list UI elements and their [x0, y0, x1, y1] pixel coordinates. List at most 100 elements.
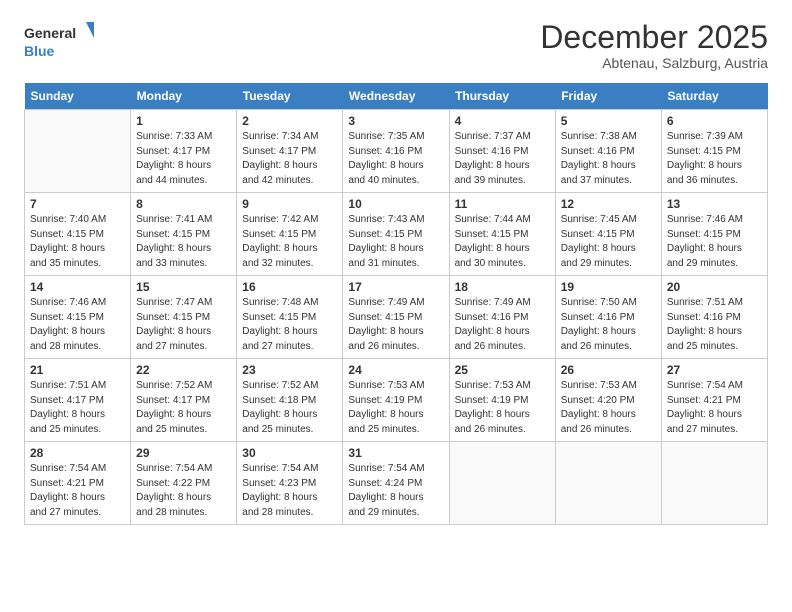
day-number: 28: [30, 446, 125, 460]
day-cell: 19Sunrise: 7:50 AMSunset: 4:16 PMDayligh…: [555, 276, 661, 359]
day-number: 27: [667, 363, 762, 377]
day-cell: 6 Sunrise: 7:39 AMSunset: 4:15 PMDaylight…: [661, 110, 767, 193]
day-header-thursday: Thursday: [449, 83, 555, 110]
day-number: 30: [242, 446, 337, 460]
day-info: Sunrise: 7:34 AMSunset: 4:17 PMDaylight:…: [242, 130, 337, 188]
day-number: 14: [30, 280, 125, 294]
day-cell: [25, 110, 131, 193]
day-info: Sunrise: 7:39 AMSunset: 4:15 PMDaylight:…: [667, 130, 762, 188]
day-cell: 30 Sunrise: 7:54 AMSunset: 4:23 PMDayligh…: [237, 442, 343, 525]
day-info: Sunrise: 7:54 AMSunset: 4:23 PMDaylight:…: [242, 462, 337, 520]
day-number: 3: [348, 114, 443, 128]
day-cell: 17Sunrise: 7:49 AMSunset: 4:15 PMDayligh…: [343, 276, 449, 359]
title-block: December 2025 Abtenau, Salzburg, Austria: [540, 20, 768, 71]
day-number: 24: [348, 363, 443, 377]
day-info: Sunrise: 7:52 AMSunset: 4:17 PMDaylight:…: [136, 379, 231, 437]
day-number: 29: [136, 446, 231, 460]
day-info: Sunrise: 7:40 AMSunset: 4:15 PMDaylight:…: [30, 213, 125, 271]
day-cell: [449, 442, 555, 525]
day-number: 25: [455, 363, 550, 377]
day-cell: 27 Sunrise: 7:54 AMSunset: 4:21 PMDayligh…: [661, 359, 767, 442]
page-header: General Blue December 2025 Abtenau, Salz…: [24, 20, 768, 71]
day-info: Sunrise: 7:37 AMSunset: 4:16 PMDaylight:…: [455, 130, 550, 188]
day-number: 8: [136, 197, 231, 211]
day-cell: 29 Sunrise: 7:54 AMSunset: 4:22 PMDayligh…: [131, 442, 237, 525]
day-cell: 1 Sunrise: 7:33 AMSunset: 4:17 PMDaylight…: [131, 110, 237, 193]
day-cell: 11 Sunrise: 7:44 AMSunset: 4:15 PMDayligh…: [449, 193, 555, 276]
day-info: Sunrise: 7:51 AMSunset: 4:16 PMDaylight:…: [667, 296, 762, 354]
day-number: 26: [561, 363, 656, 377]
day-header-sunday: Sunday: [25, 83, 131, 110]
month-title: December 2025: [540, 20, 768, 55]
day-cell: 23 Sunrise: 7:52 AMSunset: 4:18 PMDayligh…: [237, 359, 343, 442]
day-info: Sunrise: 7:49 AMSunset: 4:16 PMDaylight:…: [455, 296, 550, 354]
day-number: 23: [242, 363, 337, 377]
logo-graphic: General Blue: [24, 20, 94, 62]
day-cell: 7 Sunrise: 7:40 AMSunset: 4:15 PMDaylight…: [25, 193, 131, 276]
week-row-1: 1 Sunrise: 7:33 AMSunset: 4:17 PMDaylight…: [25, 110, 768, 193]
day-header-tuesday: Tuesday: [237, 83, 343, 110]
day-info: Sunrise: 7:54 AMSunset: 4:21 PMDaylight:…: [30, 462, 125, 520]
day-number: 4: [455, 114, 550, 128]
calendar-table: SundayMondayTuesdayWednesdayThursdayFrid…: [24, 83, 768, 525]
day-info: Sunrise: 7:53 AMSunset: 4:19 PMDaylight:…: [455, 379, 550, 437]
day-info: Sunrise: 7:48 AMSunset: 4:15 PMDaylight:…: [242, 296, 337, 354]
day-info: Sunrise: 7:52 AMSunset: 4:18 PMDaylight:…: [242, 379, 337, 437]
day-number: 15: [136, 280, 231, 294]
day-cell: 14 Sunrise: 7:46 AMSunset: 4:15 PMDayligh…: [25, 276, 131, 359]
day-number: 22: [136, 363, 231, 377]
day-cell: 8 Sunrise: 7:41 AMSunset: 4:15 PMDaylight…: [131, 193, 237, 276]
day-header-wednesday: Wednesday: [343, 83, 449, 110]
week-row-4: 21Sunrise: 7:51 AMSunset: 4:17 PMDayligh…: [25, 359, 768, 442]
day-cell: [661, 442, 767, 525]
day-cell: 15 Sunrise: 7:47 AMSunset: 4:15 PMDayligh…: [131, 276, 237, 359]
day-info: Sunrise: 7:50 AMSunset: 4:16 PMDaylight:…: [561, 296, 656, 354]
svg-text:Blue: Blue: [24, 43, 55, 59]
day-number: 17: [348, 280, 443, 294]
day-number: 5: [561, 114, 656, 128]
day-cell: 16 Sunrise: 7:48 AMSunset: 4:15 PMDayligh…: [237, 276, 343, 359]
day-number: 21: [30, 363, 125, 377]
day-number: 1: [136, 114, 231, 128]
day-cell: 12Sunrise: 7:45 AMSunset: 4:15 PMDayligh…: [555, 193, 661, 276]
day-info: Sunrise: 7:53 AMSunset: 4:20 PMDaylight:…: [561, 379, 656, 437]
day-info: Sunrise: 7:46 AMSunset: 4:15 PMDaylight:…: [30, 296, 125, 354]
day-cell: 9 Sunrise: 7:42 AMSunset: 4:15 PMDaylight…: [237, 193, 343, 276]
day-info: Sunrise: 7:41 AMSunset: 4:15 PMDaylight:…: [136, 213, 231, 271]
day-info: Sunrise: 7:35 AMSunset: 4:16 PMDaylight:…: [348, 130, 443, 188]
day-info: Sunrise: 7:42 AMSunset: 4:15 PMDaylight:…: [242, 213, 337, 271]
day-info: Sunrise: 7:54 AMSunset: 4:21 PMDaylight:…: [667, 379, 762, 437]
day-cell: 20Sunrise: 7:51 AMSunset: 4:16 PMDayligh…: [661, 276, 767, 359]
location-subtitle: Abtenau, Salzburg, Austria: [540, 55, 768, 71]
day-cell: 10Sunrise: 7:43 AMSunset: 4:15 PMDayligh…: [343, 193, 449, 276]
day-number: 6: [667, 114, 762, 128]
day-info: Sunrise: 7:44 AMSunset: 4:15 PMDaylight:…: [455, 213, 550, 271]
day-info: Sunrise: 7:53 AMSunset: 4:19 PMDaylight:…: [348, 379, 443, 437]
day-info: Sunrise: 7:54 AMSunset: 4:24 PMDaylight:…: [348, 462, 443, 520]
day-cell: 21Sunrise: 7:51 AMSunset: 4:17 PMDayligh…: [25, 359, 131, 442]
day-info: Sunrise: 7:38 AMSunset: 4:16 PMDaylight:…: [561, 130, 656, 188]
day-cell: 24 Sunrise: 7:53 AMSunset: 4:19 PMDayligh…: [343, 359, 449, 442]
day-number: 31: [348, 446, 443, 460]
day-cell: 2Sunrise: 7:34 AMSunset: 4:17 PMDaylight…: [237, 110, 343, 193]
day-cell: 22 Sunrise: 7:52 AMSunset: 4:17 PMDayligh…: [131, 359, 237, 442]
day-info: Sunrise: 7:43 AMSunset: 4:15 PMDaylight:…: [348, 213, 443, 271]
day-header-saturday: Saturday: [661, 83, 767, 110]
svg-text:General: General: [24, 25, 76, 41]
day-info: Sunrise: 7:54 AMSunset: 4:22 PMDaylight:…: [136, 462, 231, 520]
day-number: 13: [667, 197, 762, 211]
day-number: 9: [242, 197, 337, 211]
day-number: 18: [455, 280, 550, 294]
day-number: 11: [455, 197, 550, 211]
day-cell: 3 Sunrise: 7:35 AMSunset: 4:16 PMDaylight…: [343, 110, 449, 193]
day-cell: 18 Sunrise: 7:49 AMSunset: 4:16 PMDayligh…: [449, 276, 555, 359]
day-header-friday: Friday: [555, 83, 661, 110]
day-number: 7: [30, 197, 125, 211]
day-info: Sunrise: 7:33 AMSunset: 4:17 PMDaylight:…: [136, 130, 231, 188]
day-info: Sunrise: 7:46 AMSunset: 4:15 PMDaylight:…: [667, 213, 762, 271]
day-info: Sunrise: 7:47 AMSunset: 4:15 PMDaylight:…: [136, 296, 231, 354]
week-row-3: 14 Sunrise: 7:46 AMSunset: 4:15 PMDayligh…: [25, 276, 768, 359]
day-info: Sunrise: 7:45 AMSunset: 4:15 PMDaylight:…: [561, 213, 656, 271]
week-row-2: 7 Sunrise: 7:40 AMSunset: 4:15 PMDaylight…: [25, 193, 768, 276]
day-number: 16: [242, 280, 337, 294]
